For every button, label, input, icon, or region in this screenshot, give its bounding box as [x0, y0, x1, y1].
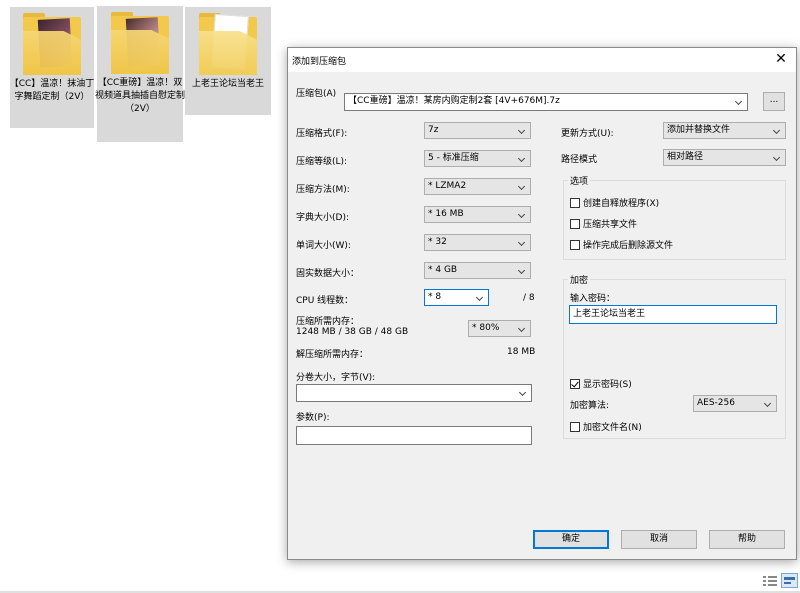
encrypt-title: 加密 — [568, 273, 591, 286]
update-value: 添加并替换文件 — [667, 125, 731, 135]
folder-icon — [199, 13, 257, 75]
mem-detail: 1248 MB / 38 GB / 48 GB — [296, 327, 409, 337]
mem-percent-select[interactable]: * 80% — [468, 320, 531, 337]
algo-value: AES-256 — [697, 398, 735, 408]
sfx-checkbox[interactable]: 创建自释放程序(X) — [570, 196, 659, 209]
archive-label: 压缩包(A) — [296, 89, 337, 99]
solid-value: * 4 GB — [428, 265, 458, 275]
delete-label: 操作完成后删除源文件 — [583, 241, 674, 251]
method-select[interactable]: * LZMA2 — [424, 178, 531, 195]
desktop-folder-2[interactable]: 【CC重磅】温凉！双视频道具抽插自慰定制（2V） — [94, 6, 185, 142]
folder-icon — [23, 13, 81, 75]
delete-checkbox[interactable]: 操作完成后删除源文件 — [570, 238, 673, 251]
solid-select[interactable]: * 4 GB — [424, 262, 531, 279]
solid-label: 固实数据大小： — [296, 269, 360, 279]
path-label: 路径模式 — [561, 155, 598, 165]
dict-select[interactable]: * 16 MB — [424, 206, 531, 223]
algo-select[interactable]: AES-256 — [693, 395, 777, 412]
volume-combo[interactable] — [296, 384, 532, 402]
chevron-down-icon — [733, 94, 745, 109]
checkbox-box — [570, 197, 580, 208]
browse-button[interactable]: ... — [763, 92, 785, 111]
folder-icon — [111, 12, 169, 74]
chevron-down-icon — [771, 150, 783, 165]
encrypt-names-checkbox[interactable]: 加密文件名(N) — [570, 420, 642, 433]
algo-label: 加密算法: — [570, 401, 610, 411]
shared-checkbox[interactable]: 压缩共享文件 — [570, 217, 637, 230]
checkbox-box — [570, 239, 580, 250]
level-select[interactable]: 5 - 标准压缩 — [424, 150, 531, 167]
decomp-label: 解压缩所需内存： — [296, 350, 369, 360]
help-button[interactable]: 帮助 — [709, 530, 785, 549]
folder-label: 【CC】温凉！抹油丁字舞蹈定制（2V） — [9, 79, 95, 102]
chevron-down-icon — [516, 321, 528, 336]
chevron-down-icon — [516, 151, 528, 166]
large-icons-view-icon[interactable] — [781, 573, 798, 588]
word-label: 单词大小(W): — [296, 241, 351, 251]
threads-select[interactable]: * 8 — [424, 289, 489, 306]
threads-max: / 8 — [523, 293, 535, 303]
chevron-down-icon — [516, 123, 528, 138]
dict-value: * 16 MB — [428, 209, 464, 219]
details-view-icon[interactable] — [762, 574, 778, 588]
password-label: 输入密码： — [570, 294, 616, 304]
chevron-down-icon — [517, 385, 529, 400]
chevron-down-icon — [474, 290, 486, 305]
path-value: 相对路径 — [667, 152, 704, 162]
show-password-label: 显示密码(S) — [583, 380, 632, 390]
format-label: 压缩格式(F): — [296, 129, 348, 139]
mem-percent-value: * 80% — [472, 323, 500, 333]
add-to-archive-dialog: 添加到压缩包 ✕ 压缩包(A) 【CC重磅】温凉！某房内购定制2套 [4V+67… — [287, 47, 797, 560]
update-label: 更新方式(U): — [561, 129, 614, 139]
chevron-down-icon — [516, 235, 528, 250]
checkbox-box — [570, 378, 580, 389]
threads-label: CPU 线程数： — [296, 296, 354, 306]
folder-label: 上老王论坛当老王 — [191, 79, 264, 89]
cancel-button[interactable]: 取消 — [621, 530, 697, 549]
desktop-folder-1[interactable]: 【CC】温凉！抹油丁字舞蹈定制（2V） — [10, 7, 94, 128]
threads-value: * 8 — [428, 292, 442, 302]
password-input[interactable]: 上老王论坛当老王 — [569, 305, 777, 324]
checkbox-box — [570, 218, 580, 229]
options-title: 选项 — [568, 174, 591, 187]
dict-label: 字典大小(D): — [296, 213, 349, 223]
update-select[interactable]: 添加并替换文件 — [663, 122, 786, 139]
show-password-checkbox[interactable]: 显示密码(S) — [570, 377, 632, 390]
ok-button[interactable]: 确定 — [533, 530, 609, 549]
mem-label: 压缩所需内存： — [296, 317, 360, 327]
volume-label: 分卷大小，字节(V): — [296, 373, 376, 383]
chevron-down-icon — [762, 396, 774, 411]
format-select[interactable]: 7z — [424, 122, 531, 139]
word-value: * 32 — [428, 237, 447, 247]
params-input[interactable] — [296, 426, 532, 445]
decomp-value: 18 MB — [507, 347, 536, 357]
sfx-label: 创建自释放程序(X) — [583, 199, 660, 209]
dialog-title: 添加到压缩包 — [292, 57, 347, 67]
title-bar: 添加到压缩包 ✕ — [288, 48, 796, 72]
chevron-down-icon — [516, 207, 528, 222]
chevron-down-icon — [516, 263, 528, 278]
archive-path-combo[interactable]: 【CC重磅】温凉！某房内购定制2套 [4V+676M].7z — [344, 93, 748, 111]
shared-label: 压缩共享文件 — [583, 220, 638, 230]
chevron-down-icon — [771, 123, 783, 138]
checkbox-box — [570, 421, 580, 432]
folder-label: 【CC重磅】温凉！双视频道具抽插自慰定制（2V） — [94, 78, 185, 114]
encrypt-names-label: 加密文件名(N) — [583, 423, 642, 433]
level-value: 5 - 标准压缩 — [428, 153, 479, 163]
path-select[interactable]: 相对路径 — [663, 149, 786, 166]
word-select[interactable]: * 32 — [424, 234, 531, 251]
method-label: 压缩方法(M): — [296, 185, 350, 195]
method-value: * LZMA2 — [428, 181, 467, 191]
params-label: 参数(P): — [296, 413, 330, 423]
desktop-folder-3[interactable]: 上老王论坛当老王 — [185, 7, 271, 115]
format-value: 7z — [428, 125, 439, 135]
close-icon[interactable]: ✕ — [772, 50, 790, 68]
level-label: 压缩等级(L): — [296, 157, 348, 167]
chevron-down-icon — [516, 179, 528, 194]
archive-path-value: 【CC重磅】温凉！某房内购定制2套 [4V+676M].7z — [348, 96, 560, 106]
